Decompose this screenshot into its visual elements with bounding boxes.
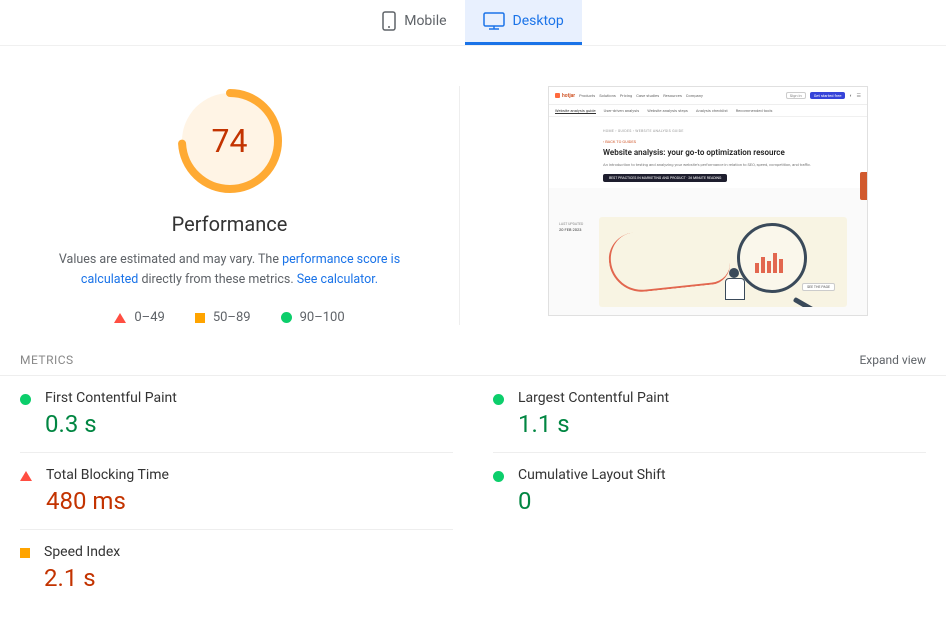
performance-score: 74 bbox=[175, 86, 285, 196]
performance-panel: 74 Performance Values are estimated and … bbox=[20, 86, 460, 325]
summary-row: 74 Performance Values are estimated and … bbox=[0, 46, 946, 345]
bar-chart-icon bbox=[755, 245, 795, 273]
metric-name: Total Blocking Time bbox=[46, 467, 169, 483]
metrics-header: METRICS Expand view bbox=[0, 345, 946, 376]
circle-green-icon bbox=[493, 471, 504, 482]
pv-signin: Sign in bbox=[786, 92, 806, 99]
pv-subnav-item: Recommended tools bbox=[736, 108, 773, 113]
tab-mobile[interactable]: Mobile bbox=[364, 0, 464, 45]
pv-nav-item: Solutions bbox=[599, 93, 616, 98]
metric-name: Speed Index bbox=[44, 544, 120, 560]
triangle-red-icon bbox=[114, 313, 126, 323]
feedback-tab-icon bbox=[860, 172, 867, 200]
desktop-icon bbox=[483, 12, 505, 30]
pv-pill: BEST PRACTICES IN MARKETING AND PRODUCT … bbox=[603, 174, 727, 182]
pv-heading: Website analysis: your go-to optimizatio… bbox=[603, 148, 817, 158]
preview-logo: hotjar bbox=[555, 93, 575, 99]
pv-cta: Get started free bbox=[810, 92, 846, 99]
legend-pass-label: 90–100 bbox=[300, 310, 345, 325]
swirl-icon bbox=[606, 223, 732, 295]
legend-fail: 0–49 bbox=[114, 310, 164, 325]
pv-subnav-item: Website analysis guide bbox=[555, 108, 596, 114]
circle-green-icon bbox=[281, 312, 292, 323]
performance-description: Values are estimated and may vary. The p… bbox=[30, 250, 430, 290]
pv-subnav-item: Website analysis steps bbox=[647, 108, 688, 113]
pv-nav-item: Pricing bbox=[620, 93, 632, 98]
performance-title: Performance bbox=[172, 212, 288, 236]
square-orange-icon bbox=[195, 313, 205, 323]
pv-nav-item: Case studies bbox=[636, 93, 659, 98]
metric-value: 1.1 s bbox=[518, 410, 669, 438]
pv-nav-item: Company bbox=[686, 93, 703, 98]
tab-mobile-label: Mobile bbox=[404, 13, 446, 29]
legend-pass: 90–100 bbox=[281, 310, 345, 325]
metric-si[interactable]: Speed Index 2.1 s bbox=[20, 529, 453, 606]
globe-icon: ◐ bbox=[849, 93, 852, 99]
perf-desc-text: Values are estimated and may vary. The bbox=[59, 252, 282, 267]
pv-date-value: 20 FEB 2023 bbox=[559, 227, 583, 232]
pv-breadcrumb: HOME › GUIDES › WEBSITE ANALYSIS GUIDE bbox=[603, 129, 817, 133]
metrics-title: METRICS bbox=[20, 353, 74, 367]
pv-subnav-item: User-driven analysis bbox=[604, 108, 640, 113]
pv-back: ‹ BACK TO GUIDES bbox=[603, 139, 817, 144]
tab-desktop[interactable]: Desktop bbox=[465, 0, 582, 45]
metric-cls[interactable]: Cumulative Layout Shift 0 bbox=[493, 452, 926, 529]
preview-nav: Products Solutions Pricing Case studies … bbox=[579, 93, 703, 98]
see-calculator-link[interactable]: See calculator. bbox=[297, 272, 378, 287]
device-tabs: Mobile Desktop bbox=[0, 0, 946, 46]
preview-illustration: SEE THE PAGE bbox=[599, 217, 847, 307]
pv-nav-item: Resources bbox=[663, 93, 682, 98]
metric-fcp[interactable]: First Contentful Paint 0.3 s bbox=[20, 376, 453, 452]
metric-name: Largest Contentful Paint bbox=[518, 390, 669, 406]
circle-green-icon bbox=[493, 394, 504, 405]
pv-subtitle: An introduction to testing and analyzing… bbox=[603, 162, 817, 168]
triangle-red-icon bbox=[20, 471, 32, 481]
pv-date: LAST UPDATED 20 FEB 2023 bbox=[559, 222, 583, 232]
legend-avg-label: 50–89 bbox=[213, 310, 251, 325]
performance-gauge: 74 bbox=[175, 86, 285, 196]
metric-lcp[interactable]: Largest Contentful Paint 1.1 s bbox=[493, 376, 926, 452]
legend-fail-label: 0–49 bbox=[134, 310, 164, 325]
metric-value: 480 ms bbox=[46, 487, 169, 515]
pv-date-label: LAST UPDATED bbox=[559, 222, 583, 227]
score-legend: 0–49 50–89 90–100 bbox=[114, 310, 344, 325]
metric-name: First Contentful Paint bbox=[45, 390, 177, 406]
metric-value: 2.1 s bbox=[44, 564, 120, 592]
menu-icon: ☰ bbox=[857, 93, 861, 99]
metric-value: 0 bbox=[518, 487, 666, 515]
legend-average: 50–89 bbox=[195, 310, 251, 325]
metric-value: 0.3 s bbox=[45, 410, 177, 438]
page-preview-panel: hotjar Products Solutions Pricing Case s… bbox=[490, 86, 926, 325]
magnifier-handle-icon bbox=[793, 297, 821, 307]
expand-view-button[interactable]: Expand view bbox=[859, 353, 926, 367]
circle-green-icon bbox=[20, 394, 31, 405]
preview-header: hotjar Products Solutions Pricing Case s… bbox=[549, 87, 867, 105]
metric-name: Cumulative Layout Shift bbox=[518, 467, 666, 483]
perf-desc-text2: directly from these metrics. bbox=[138, 272, 296, 287]
pv-subnav-item: Analysis checklist bbox=[696, 108, 728, 113]
mobile-icon bbox=[382, 11, 396, 31]
metrics-grid: First Contentful Paint 0.3 s Largest Con… bbox=[0, 376, 946, 606]
preview-subnav: Website analysis guide User-driven analy… bbox=[549, 105, 867, 117]
pv-illus-button: SEE THE PAGE bbox=[802, 283, 835, 291]
person-icon bbox=[719, 268, 749, 303]
page-screenshot[interactable]: hotjar Products Solutions Pricing Case s… bbox=[548, 86, 868, 316]
pv-nav-item: Products bbox=[579, 93, 595, 98]
square-orange-icon bbox=[20, 548, 30, 558]
tab-desktop-label: Desktop bbox=[513, 13, 564, 29]
metric-tbt[interactable]: Total Blocking Time 480 ms bbox=[20, 452, 453, 529]
preview-body: HOME › GUIDES › WEBSITE ANALYSIS GUIDE ‹… bbox=[549, 117, 867, 188]
